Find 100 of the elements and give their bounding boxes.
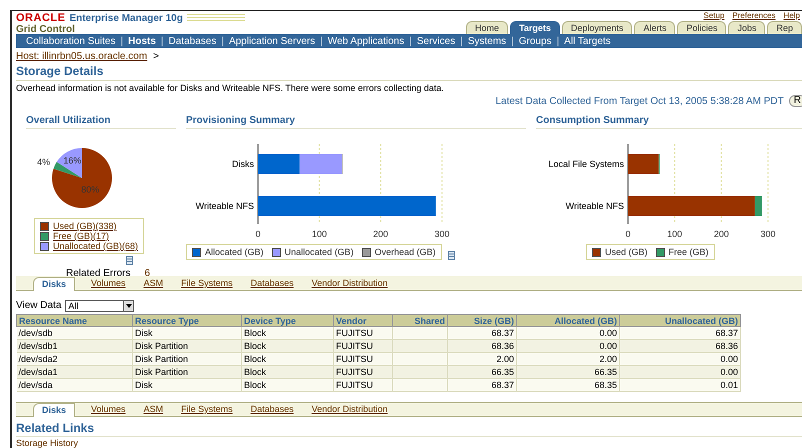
subnav-link[interactable]: Systems <box>468 36 506 46</box>
axis-tick-label: 200 <box>373 229 388 239</box>
latest-data-timestamp: Latest Data Collected From Target Oct 13, 2005 5:38:28 AM PDT <box>495 96 784 106</box>
legend-link[interactable]: Used (GB)(338) <box>53 221 117 231</box>
related-errors-count[interactable]: 6 <box>144 268 150 279</box>
table-cell: /dev/sdb <box>16 326 132 340</box>
nav-tab[interactable]: Policies <box>677 21 726 34</box>
sub-tab[interactable]: Volumes <box>89 404 128 416</box>
table-cell: Disk Partition <box>132 340 242 352</box>
table-cell: Disk Partition <box>132 366 242 378</box>
subnav-link[interactable]: All Targets <box>564 36 611 46</box>
page-title: Storage Details <box>16 64 802 81</box>
table-cell: FUJITSU <box>334 378 392 392</box>
axis-tick-label: 300 <box>434 229 450 239</box>
related-link[interactable]: Storage History <box>16 438 802 448</box>
sub-tab[interactable]: Vendor Distribution <box>310 404 390 416</box>
nav-tab[interactable]: Targets <box>510 21 560 34</box>
breadcrumb-separator: > <box>153 51 160 62</box>
table-cell: 66.35 <box>516 366 620 378</box>
nav-separator: | <box>320 36 323 46</box>
legend-link[interactable]: Free (GB)(17) <box>53 231 110 241</box>
axis-tick-label: 0 <box>256 229 260 239</box>
axis-tick-label: 300 <box>760 229 776 239</box>
table-cell: /dev/sda2 <box>16 352 132 366</box>
sub-tab[interactable]: Disks <box>33 403 76 417</box>
table-cell: 68.36 <box>620 340 740 352</box>
nav-tab[interactable]: Deployments <box>562 21 632 34</box>
sub-tab[interactable]: Volumes <box>89 278 128 290</box>
sub-tab[interactable]: Databases <box>248 278 296 290</box>
view-data-dropdown[interactable]: All <box>65 300 134 312</box>
column-header[interactable]: Shared <box>392 314 448 326</box>
global-link[interactable]: Setup <box>704 11 724 20</box>
table-cell: 68.37 <box>448 378 516 392</box>
pie-data-label: 16% <box>63 155 82 166</box>
table-cell: 0.00 <box>620 366 740 378</box>
sub-tab[interactable]: Databases <box>248 404 296 416</box>
column-header[interactable]: Vendor <box>334 314 392 326</box>
legend-link[interactable]: Unallocated (GB)(68) <box>53 241 138 251</box>
table-cell: 2.00 <box>516 352 620 366</box>
table-cell: 0.00 <box>620 352 740 366</box>
table-cell: Disk <box>132 326 242 340</box>
subnav-link[interactable]: Web Applications <box>328 36 404 46</box>
table-cell: Block <box>242 340 334 352</box>
column-header[interactable]: Allocated (GB) <box>516 314 620 326</box>
nav-tab[interactable]: Rep <box>767 21 802 34</box>
subnav-link[interactable]: Hosts <box>128 36 156 46</box>
table-cell: 0.00 <box>516 340 620 352</box>
global-link[interactable]: Help <box>784 11 800 20</box>
section-heading: Provisioning Summary <box>186 115 526 129</box>
nav-separator: | <box>511 36 514 46</box>
sub-tab[interactable]: File Systems <box>179 404 235 416</box>
legend-label: Unallocated (GB) <box>284 247 354 257</box>
nav-tab[interactable]: Jobs <box>728 21 766 34</box>
sub-tab[interactable]: ASM <box>142 404 166 416</box>
table-cell: /dev/sdb1 <box>16 340 132 352</box>
column-header[interactable]: Size (GB) <box>448 314 516 326</box>
table-view-icon[interactable] <box>126 256 133 265</box>
sub-tab[interactable]: Vendor Distribution <box>310 278 390 290</box>
table-cell: 0.00 <box>516 326 620 340</box>
pie-data-label: 4% <box>37 156 50 167</box>
sub-tab[interactable]: Disks <box>33 277 76 291</box>
nav-tab[interactable]: Alerts <box>634 21 676 34</box>
subnav-link[interactable]: Databases <box>168 36 216 46</box>
sub-tab[interactable]: ASM <box>142 278 166 290</box>
nav-separator: | <box>120 36 124 46</box>
related-errors-label: Related Errors <box>66 268 130 279</box>
table-cell: Block <box>242 378 334 392</box>
nav-separator: | <box>556 36 560 46</box>
view-data-label: View Data <box>16 300 62 311</box>
section-heading: Overall Utilization <box>26 115 176 129</box>
section-heading: Consumption Summary <box>536 115 802 129</box>
subnav-link[interactable]: Application Servers <box>228 36 316 46</box>
nav-separator: | <box>160 36 164 46</box>
table-cell: Disk <box>132 378 242 392</box>
table-cell: /dev/sda <box>16 378 132 392</box>
subnav-link[interactable]: Collaboration Suites <box>26 36 116 46</box>
section-heading: Related Links <box>16 421 802 437</box>
global-link[interactable]: Preferences <box>732 11 776 20</box>
nav-tab[interactable]: Home <box>466 21 508 34</box>
sub-tab[interactable]: File Systems <box>179 278 235 290</box>
breadcrumb-link[interactable]: Host: illinrbn05.us.oracle.com <box>16 51 148 62</box>
nav-separator: | <box>460 36 463 46</box>
axis-tick-label: 200 <box>714 229 729 239</box>
category-label: Local File Systems <box>548 159 624 169</box>
column-header[interactable]: Unallocated (GB) <box>620 314 740 326</box>
table-view-icon[interactable] <box>448 251 455 260</box>
column-header[interactable]: Device Type <box>242 314 334 326</box>
info-message: Overhead information is not available for Disks and Writeable NFS. There were some errors collecting data. <box>16 83 445 94</box>
subnav-link[interactable]: Services <box>416 36 456 46</box>
dropdown-arrow-icon <box>126 304 132 308</box>
refresh-button[interactable]: R <box>788 95 802 107</box>
column-header[interactable]: Resource Type <box>132 314 242 326</box>
legend-label: Allocated (GB) <box>205 247 264 257</box>
category-label: Writeable NFS <box>196 201 254 211</box>
axis-tick-label: 0 <box>626 229 630 239</box>
column-header[interactable]: Resource Name <box>16 314 132 326</box>
table-cell: /dev/sda1 <box>16 366 132 378</box>
subnav-link[interactable]: Groups <box>518 36 552 46</box>
table-cell: FUJITSU <box>334 352 392 366</box>
table-cell: 66.35 <box>448 366 516 378</box>
